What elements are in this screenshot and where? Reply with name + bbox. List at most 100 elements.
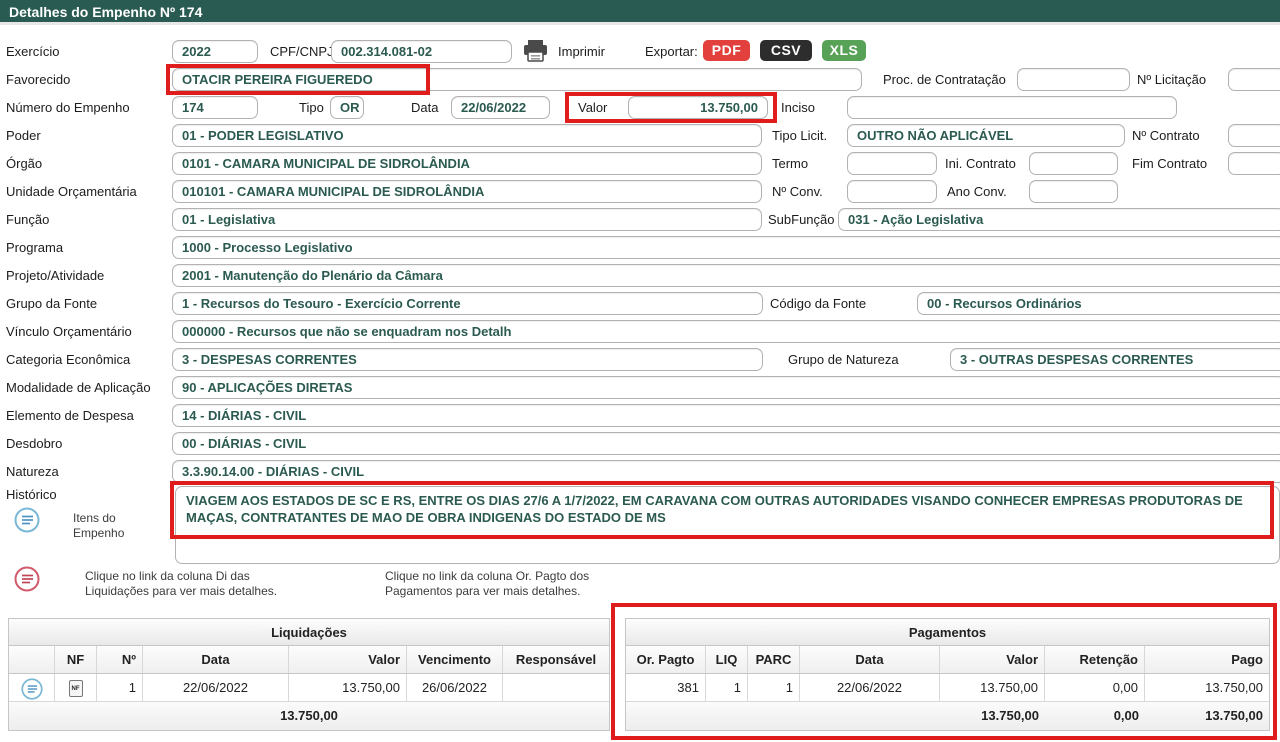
n-contrato-field — [1228, 124, 1280, 147]
pag-row-liq: 1 — [706, 674, 748, 701]
itens-empenho-caption: Itens do Empenho — [73, 511, 137, 541]
pag-row-or-pagto-link[interactable]: 381 — [626, 674, 706, 701]
export-csv-button[interactable]: CSV — [760, 40, 812, 61]
liquidacoes-header-row: NF Nº Data Valor Vencimento Responsável — [9, 646, 609, 674]
liq-col-responsavel: Responsável — [503, 646, 609, 673]
pag-col-retencao: Retenção — [1045, 646, 1145, 673]
data-field: 22/06/2022 — [451, 96, 550, 119]
ano-conv-field — [1029, 180, 1118, 203]
natureza-field: 3.3.90.14.00 - DIÁRIAS - CIVIL — [172, 460, 1280, 483]
pagamento-row: 381 1 1 22/06/2022 13.750,00 0,00 13.750… — [626, 674, 1269, 702]
liquidacoes-footer-row: 13.750,00 — [9, 702, 609, 730]
desdobro-label: Desdobro — [6, 436, 62, 451]
projeto-atividade-field: 2001 - Manutenção do Plenário da Câmara — [172, 264, 1280, 287]
pag-total-valor: 13.750,00 — [940, 702, 1045, 730]
cpf-cnpj-label: CPF/CNPJ — [270, 44, 334, 59]
liq-row-valor: 13.750,00 — [289, 674, 407, 701]
export-pdf-button[interactable]: PDF — [703, 40, 750, 61]
pag-col-pago: Pago — [1145, 646, 1269, 673]
pagamentos-title: Pagamentos — [626, 619, 1269, 646]
fim-contrato-field — [1228, 152, 1280, 175]
liquidacao-row: NF 1 22/06/2022 13.750,00 26/06/2022 — [9, 674, 609, 702]
page-header-bar: Detalhes do Empenho Nº 174 — [0, 0, 1280, 25]
historico-field: VIAGEM AOS ESTADOS DE SC E RS, ENTRE OS … — [175, 486, 1280, 564]
favorecido-field: OTACIR PEREIRA FIGUEREDO — [172, 68, 862, 91]
data-label: Data — [411, 100, 438, 115]
pag-col-liq: LIQ — [706, 646, 748, 673]
modalidade-field: 90 - APLICAÇÕES DIRETAS — [172, 376, 1280, 399]
numero-empenho-label: Número do Empenho — [6, 100, 130, 115]
projeto-atividade-label: Projeto/Atividade — [6, 268, 104, 283]
funcao-label: Função — [6, 212, 49, 227]
pagamentos-table: Pagamentos Or. Pagto LIQ PARC Data Valor… — [625, 618, 1270, 731]
n-licitacao-field — [1228, 68, 1280, 91]
numero-empenho-field: 174 — [172, 96, 258, 119]
liq-col-numero: Nº — [97, 646, 143, 673]
pag-total-retencao: 0,00 — [1045, 702, 1145, 730]
n-conv-label: Nº Conv. — [772, 184, 823, 199]
exercicio-label: Exercício — [6, 44, 59, 59]
pag-total-pago: 13.750,00 — [1145, 702, 1269, 730]
termo-field — [847, 152, 937, 175]
liquidacoes-title: Liquidações — [9, 619, 609, 646]
codigo-fonte-field: 00 - Recursos Ordinários — [917, 292, 1280, 315]
imprimir-button[interactable]: Imprimir — [558, 44, 605, 59]
liq-col-nf: NF — [55, 646, 97, 673]
n-licitacao-label: Nº Licitação — [1137, 72, 1206, 87]
favorecido-label: Favorecido — [6, 72, 70, 87]
liquidacao-detail-icon[interactable] — [21, 678, 43, 700]
n-conv-field — [847, 180, 937, 203]
note-liquidacoes: Clique no link da coluna Di das Liquidaç… — [85, 569, 290, 599]
liquidacoes-table: Liquidações NF Nº Data Valor Vencimento … — [8, 618, 610, 731]
liq-row-detail-cell — [9, 674, 55, 701]
grupo-fonte-label: Grupo da Fonte — [6, 296, 97, 311]
programa-label: Programa — [6, 240, 63, 255]
pag-total-spacer — [626, 702, 940, 730]
tipo-licit-field: OUTRO NÃO APLICÁVEL — [847, 124, 1125, 147]
grupo-natureza-label: Grupo de Natureza — [788, 352, 899, 367]
categoria-economica-field: 3 - DESPESAS CORRENTES — [172, 348, 763, 371]
valor-field: 13.750,00 — [628, 96, 768, 119]
vinculo-orcamentario-label: Vínculo Orçamentário — [6, 324, 132, 339]
modalidade-label: Modalidade de Aplicação — [6, 380, 151, 395]
categoria-economica-label: Categoria Econômica — [6, 352, 130, 367]
tipo-label: Tipo — [299, 100, 324, 115]
tipo-licit-label: Tipo Licit. — [772, 128, 827, 143]
pagamentos-footer-row: 13.750,00 0,00 13.750,00 — [626, 702, 1269, 730]
empenho-details-page: Detalhes do Empenho Nº 174 Exercício 202… — [0, 0, 1280, 742]
subfuncao-label: SubFunção — [768, 212, 835, 227]
historico-label: Histórico — [6, 487, 57, 502]
nf-document-icon[interactable]: NF — [69, 680, 83, 697]
poder-label: Poder — [6, 128, 41, 143]
valor-label: Valor — [578, 100, 607, 115]
ini-contrato-label: Ini. Contrato — [945, 156, 1016, 171]
exportar-label: Exportar: — [645, 44, 698, 59]
n-contrato-label: Nº Contrato — [1132, 128, 1200, 143]
ano-conv-label: Ano Conv. — [947, 184, 1007, 199]
liq-row-nf-cell: NF — [55, 674, 97, 701]
note-pagamentos: Clique no link da coluna Or. Pagto dos P… — [385, 569, 600, 599]
itens-empenho-icon[interactable] — [14, 507, 40, 538]
orgao-label: Órgão — [6, 156, 42, 171]
pag-row-valor: 13.750,00 — [940, 674, 1045, 701]
vinculo-orcamentario-field: 000000 - Recursos que não se enquadram n… — [172, 320, 1280, 343]
liq-row-responsavel — [503, 674, 609, 701]
liq-col-icon — [9, 646, 55, 673]
liq-row-numero: 1 — [97, 674, 143, 701]
export-xls-button[interactable]: XLS — [822, 40, 866, 61]
elemento-despesa-field: 14 - DIÁRIAS - CIVIL — [172, 404, 1280, 427]
printer-icon[interactable] — [522, 39, 549, 68]
grupo-natureza-field: 3 - OUTRAS DESPESAS CORRENTES — [950, 348, 1280, 371]
pag-col-data: Data — [800, 646, 940, 673]
pagamentos-header-row: Or. Pagto LIQ PARC Data Valor Retenção P… — [626, 646, 1269, 674]
funcao-field: 01 - Legislativa — [172, 208, 762, 231]
pag-row-data: 22/06/2022 — [800, 674, 940, 701]
pag-row-retencao: 0,00 — [1045, 674, 1145, 701]
subfuncao-field: 031 - Ação Legislativa — [838, 208, 1280, 231]
tipo-field: OR — [330, 96, 364, 119]
pag-row-pago: 13.750,00 — [1145, 674, 1269, 701]
liq-col-vencimento: Vencimento — [407, 646, 503, 673]
desdobro-field: 00 - DIÁRIAS - CIVIL — [172, 432, 1280, 455]
cpf-cnpj-field: 002.314.081-02 — [331, 40, 512, 63]
natureza-label: Natureza — [6, 464, 59, 479]
